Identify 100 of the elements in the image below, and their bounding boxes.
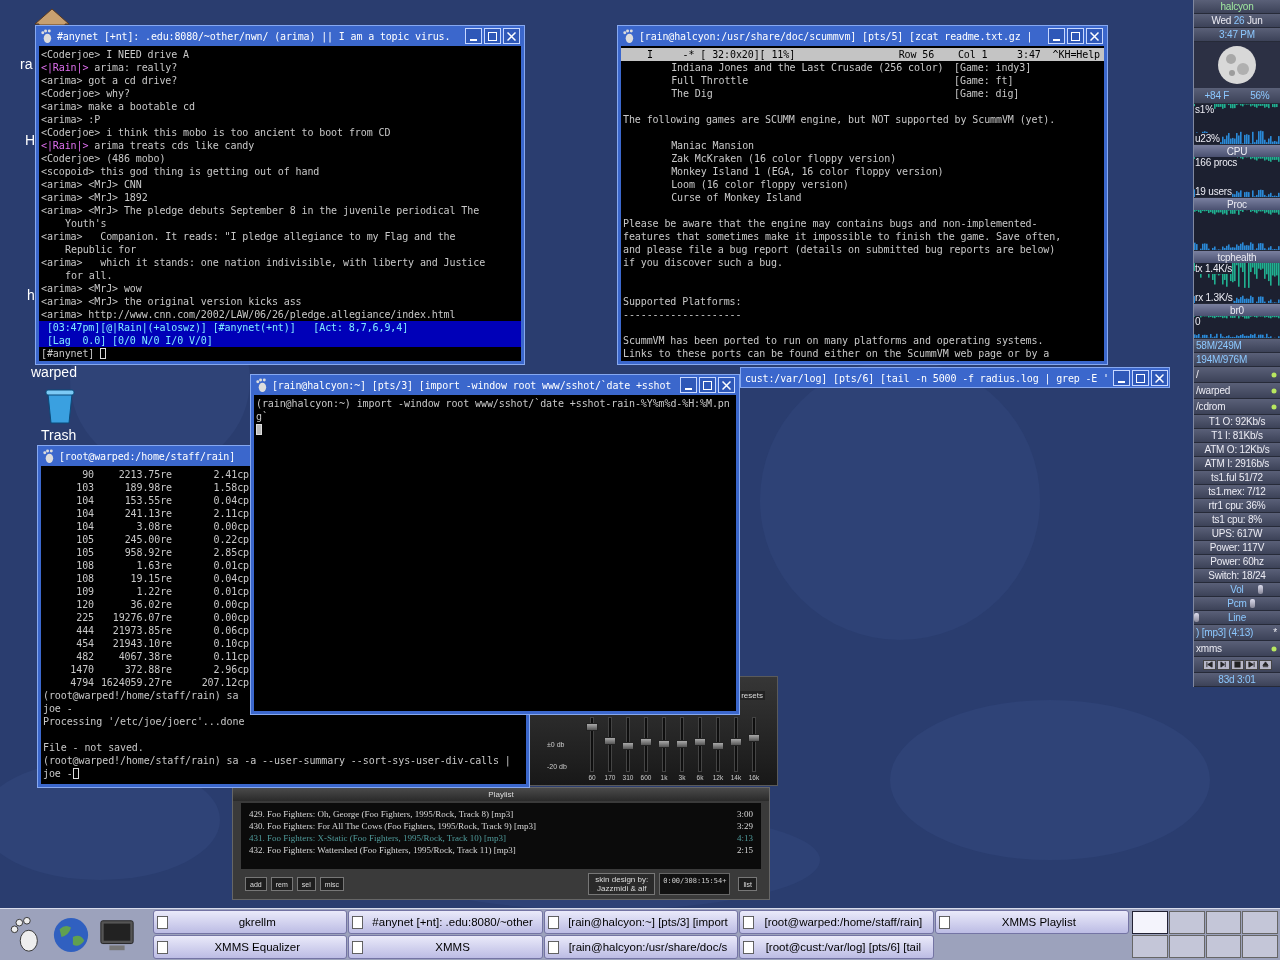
slider-thumb[interactable] [712,742,724,751]
temperature-text: +84 F [1204,90,1230,101]
icon-label[interactable]: h [27,287,35,303]
table-cell-text: 0.11cp [212,650,249,663]
chat-message: <arima> got a cd drive? [41,74,178,87]
table-cell-text: 104 [75,507,94,520]
table-cell-text: 245.00re [123,533,172,546]
play-button[interactable] [1216,659,1230,670]
task-button[interactable]: gkrellm [153,910,348,934]
window-icon [352,915,364,929]
maximize-button[interactable] [1132,370,1149,386]
slider-thumb[interactable] [730,737,742,746]
terminal-line: joe - [43,702,73,715]
close-button[interactable] [503,28,520,44]
foot-icon[interactable] [622,28,635,44]
table-cell-text: 36.02re [129,598,172,611]
table-cell-text: 482 [75,650,94,663]
task-button[interactable]: XMMS Equalizer [153,935,348,959]
table-cell-text: 372.88re [123,663,172,676]
chat-message: <Coderjoe> (486 mobo) [41,152,166,165]
indicator-icon [1271,387,1277,394]
previous-button[interactable] [1202,659,1216,670]
icon-label[interactable]: Trash [41,427,77,443]
chat-message: <arima> http://www.cnn.com/2002/LAW/06/26/pledge.allegiance/index.html [41,308,456,321]
track-title[interactable]: 429. Foo Fighters: Oh, George (Foo Fighters, 1995/Rock, Track 8) [mp3] [249,808,514,820]
slider-thumb[interactable] [1194,613,1199,622]
table-cell-text: 21943.10re [111,637,172,650]
workspace-button[interactable] [1132,911,1168,934]
task-button[interactable]: [rain@halcyon:~] [pts/3] [import [543,910,739,934]
maximize-button[interactable] [699,377,716,393]
stop-button[interactable] [1230,659,1244,670]
track-title[interactable]: 431. Foo Fighters: X-Static (Foo Fighters, 1995/Rock, Track 10) [mp3] [249,832,506,844]
minimize-button[interactable] [680,377,697,393]
task-button[interactable]: XMMS Playlist [934,910,1129,934]
terminal-line: joe - [43,767,79,780]
next-button[interactable] [1244,659,1258,670]
trash-icon[interactable] [45,388,75,424]
slider-thumb[interactable] [748,733,760,742]
task-button[interactable]: [root@warped:/home/staff/rain] [739,910,934,934]
icon-label[interactable]: ra [20,56,33,72]
terminal-line: g` [256,410,268,423]
slider-thumb[interactable] [676,739,688,748]
slider-thumb[interactable] [694,737,706,746]
window-title: #anynet [+nt]: .edu:8080/~other/nwn/ (arima) || I am a topic virus. [57,30,452,42]
eject-button[interactable] [1258,659,1272,670]
slider-thumb[interactable] [658,739,670,748]
date-text: Wed 26 Jun [1211,15,1263,26]
table-cell-text: 3.08re [135,520,172,533]
maximize-button[interactable] [1067,28,1084,44]
close-button[interactable] [1151,370,1168,386]
volume-slider[interactable]: Line [1194,611,1280,625]
volume-slider[interactable]: Pcm [1194,597,1280,611]
house-icon[interactable] [33,6,71,25]
previous-icon [1205,661,1213,668]
minimize-button[interactable] [1048,28,1065,44]
chat-message: <arima> <MrJ> CNN [41,178,142,191]
window-title: [rain@halcyon:~] [pts/3] [import -window root www/sshot/`date +sshot [272,379,673,391]
task-button[interactable]: [rain@halcyon:/usr/share/doc/s [543,935,739,959]
table-cell-text: 1624059.27re [99,676,172,689]
indicator-icon [1271,403,1277,410]
slider-thumb[interactable] [1250,599,1255,608]
minimize-icon [685,387,692,390]
task-button[interactable]: XMMS [348,935,543,959]
close-button[interactable] [718,377,735,393]
table-cell-text: 0.01cp [212,559,249,572]
close-button[interactable] [1086,28,1103,44]
foot-icon[interactable] [42,448,55,464]
monitor-reading: UPS: 617W [1211,528,1263,539]
icon-label[interactable]: H [25,132,36,148]
foot-icon[interactable] [40,28,53,44]
table-cell-text: 120 [75,598,94,611]
table-cell-text: 108 [75,559,94,572]
terminal-line: File - not saved. [43,741,144,754]
slider-thumb[interactable] [622,742,634,751]
input-field[interactable]: [#anynet] [41,347,107,360]
slider-thumb[interactable] [640,737,652,746]
track-title[interactable]: 432. Foo Fighters: Wattershed (Foo Fighters, 1995/Rock, Track 11) [mp3] [249,844,516,856]
minimize-button[interactable] [465,28,482,44]
track-title[interactable]: 430. Foo Fighters: For All The Cows (Foo Fighters, 1995/Rock, Track 9) [mp3] [249,820,537,832]
foot-icon[interactable] [255,377,268,393]
window-title: [root@warped:/home/staff/rain] [59,450,237,462]
close-icon [1155,373,1164,383]
table-cell-text: 0.06cp [212,624,249,637]
minimize-button[interactable] [1113,370,1130,386]
slider-thumb[interactable] [586,722,598,731]
task-button[interactable]: #anynet [+nt]: .edu:8080/~other [348,910,543,934]
slider-thumb[interactable] [604,737,616,746]
graph-label: rx 1.3K/s [1195,292,1233,303]
volume-slider[interactable]: Vol [1194,583,1280,597]
minimize-icon [470,38,477,41]
slider-thumb[interactable] [1258,585,1263,594]
eject-icon [1261,661,1269,668]
presets-button[interactable]: resets [739,691,765,700]
icon-label[interactable]: warped [31,364,77,380]
maximize-button[interactable] [484,28,501,44]
table-cell-text: 0.00cp [212,520,249,533]
mount-label[interactable]: / [1196,369,1199,380]
table-cell-text: 4794 [69,676,94,689]
panel-header: br0 [1230,304,1244,316]
task-button[interactable]: [root@cust:/var/log] [pts/6] [tail [739,935,934,959]
